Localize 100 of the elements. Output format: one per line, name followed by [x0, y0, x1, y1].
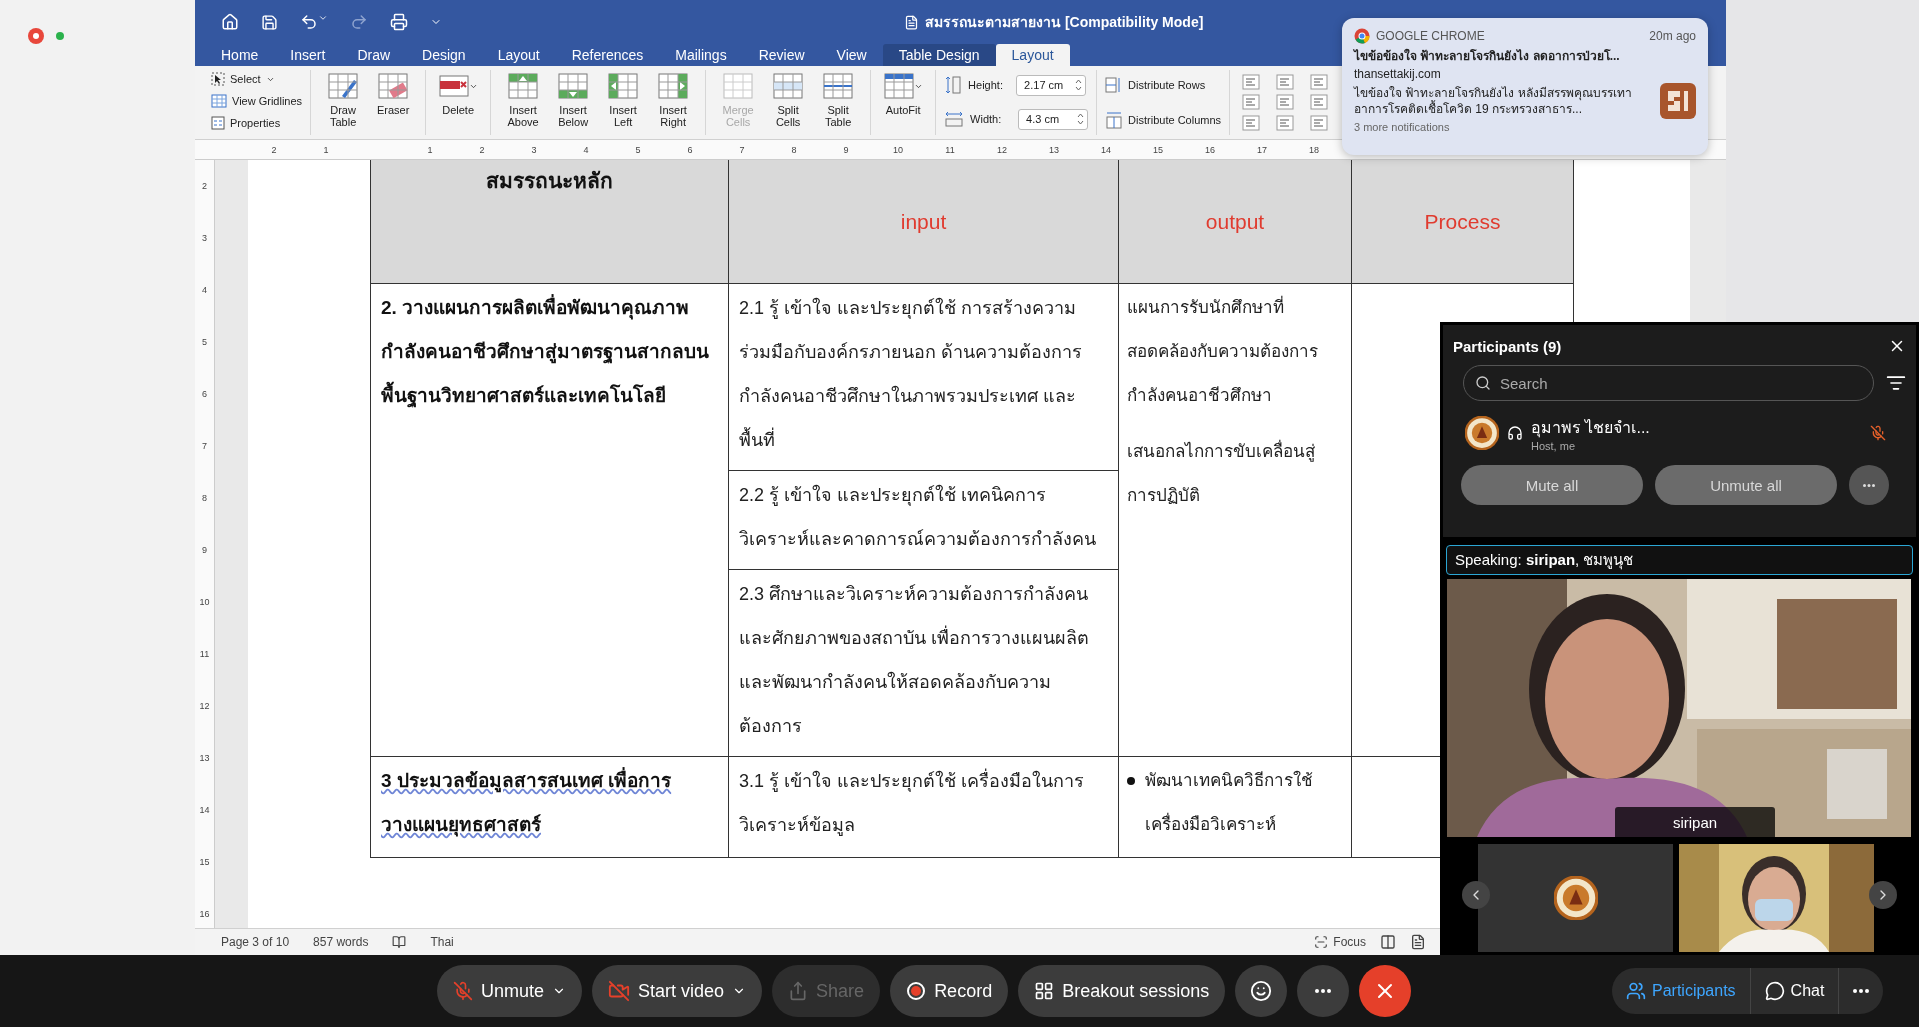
video-thumbnail[interactable]	[1478, 843, 1673, 952]
notification-source: thansettakij.com	[1354, 67, 1442, 81]
more-button[interactable]	[1849, 465, 1889, 505]
print-icon[interactable]	[390, 13, 408, 31]
panel-toggle[interactable]: Participants	[1612, 968, 1751, 1014]
participant-row[interactable]: อุมาพร ไชยจำเ... Host, me	[1453, 411, 1906, 455]
share-icon	[788, 981, 809, 1001]
participant-name: อุมาพร ไชยจำเ...	[1531, 417, 1651, 440]
size-field[interactable]: 2.17 cm	[1016, 74, 1087, 96]
ribbon-button[interactable]: Distribute Columns	[1105, 110, 1222, 129]
size-field[interactable]: 4.3 cm	[1018, 108, 1089, 130]
ribbon-tab[interactable]: Mailings	[659, 44, 743, 66]
text-align-icon[interactable]	[1276, 114, 1295, 131]
zoom-dot-icon[interactable]	[56, 32, 64, 40]
home-icon[interactable]	[221, 13, 239, 31]
ruler-number: 3	[530, 144, 538, 155]
ribbon-tab[interactable]: Layout	[481, 44, 556, 66]
more-notifications: 3 more notifications	[1354, 121, 1451, 133]
toolbar-button[interactable]: Record	[890, 965, 1009, 1017]
ruler-number: 10	[892, 144, 904, 155]
ribbon-button[interactable]: Delete	[436, 70, 481, 116]
toolbar-button[interactable]: Start video	[592, 965, 763, 1017]
notification-card[interactable]: GOOGLE CHROME 20m ago ไขข้อข้องใจ ฟ้าทะลายโจรกินยังไง ลดอาการป่วยโ... thansettakij.com ไขข้องใจ ฟ้าทะลายโจรกินยังไง หลังมีสรรพคุณบรรเทาอาการโรคติดเชื้อโควิด 19 กระทรวงสาธาร... 3 more notifications	[1342, 18, 1708, 155]
text-align-icon[interactable]	[1310, 114, 1329, 131]
text-align-icon[interactable]	[1276, 94, 1295, 111]
save-icon[interactable]	[261, 13, 278, 31]
table-cell-text: พัฒนาเทคนิควิธีการใช้เครื่องมือวิเคราะห์	[1145, 769, 1314, 836]
mute-button[interactable]: Mute all	[1461, 465, 1643, 505]
undo-icon[interactable]	[300, 13, 318, 31]
ribbon-tab[interactable]: Home	[205, 44, 275, 66]
ruler-number: 16	[1204, 144, 1216, 155]
table-grid-icon	[883, 72, 914, 100]
text-align-icon[interactable]	[1242, 94, 1261, 111]
caret-icon[interactable]	[318, 13, 328, 23]
ribbon-button[interactable]: Split Cells	[766, 70, 811, 128]
ruler-number: 1	[322, 144, 330, 155]
grid-icon	[1034, 981, 1055, 1001]
header-cell: input	[729, 160, 1119, 284]
proofing-icon[interactable]	[392, 935, 407, 949]
sort-icon[interactable]	[1886, 373, 1906, 393]
ribbon-tab[interactable]: Review	[742, 44, 821, 66]
web-layout-icon[interactable]	[1410, 934, 1426, 950]
ribbon-button[interactable]: View Gridlines	[211, 92, 303, 110]
spinner-icon[interactable]	[1075, 78, 1083, 92]
ribbon-button[interactable]: Insert Below	[551, 70, 596, 128]
insert-row-icon	[558, 72, 589, 100]
toolbar-button[interactable]	[1235, 965, 1288, 1017]
ribbon-tab[interactable]: Insert	[274, 44, 342, 66]
ruler-number: 7	[201, 440, 208, 453]
ruler-number: 12	[198, 700, 211, 713]
redo-icon[interactable]	[350, 13, 368, 31]
properties-icon	[211, 116, 225, 130]
ribbon-tab[interactable]: References	[555, 44, 660, 66]
ruler-number: 17	[1256, 144, 1268, 155]
ribbon-button[interactable]: Eraser	[371, 70, 416, 116]
ribbon-button[interactable]: Select	[211, 70, 303, 88]
ribbon-button[interactable]: Insert Right	[651, 70, 696, 128]
ribbon-tab[interactable]: Draw	[341, 44, 407, 66]
focus-button[interactable]: Focus	[1314, 935, 1366, 949]
text-align-icon[interactable]	[1276, 74, 1295, 90]
header-cell: Process	[1352, 160, 1574, 284]
ribbon-button[interactable]: Properties	[211, 114, 303, 132]
ruler-number: 4	[201, 284, 208, 297]
header-cell: output	[1119, 160, 1352, 284]
mute-button[interactable]: Unmute all	[1655, 465, 1837, 505]
panel-toggle[interactable]: Chat	[1750, 968, 1840, 1014]
ruler-number: 4	[582, 144, 590, 155]
language-label: Thai	[430, 935, 454, 949]
table-grid-icon	[723, 72, 754, 100]
app-name: GOOGLE CHROME	[1376, 29, 1485, 43]
toolbar-button[interactable]: Unmute	[437, 965, 583, 1017]
text-align-icon[interactable]	[1310, 74, 1329, 90]
text-align-icon[interactable]	[1242, 114, 1261, 131]
next-button[interactable]	[1869, 881, 1897, 909]
ribbon-tab[interactable]: Design	[406, 44, 482, 66]
search-field[interactable]: Search	[1463, 365, 1874, 401]
row-height-icon	[944, 75, 963, 95]
end-meeting-button[interactable]	[1359, 965, 1412, 1017]
ribbon-button[interactable]: Split Table	[816, 70, 861, 128]
ribbon-button[interactable]: Draw Table	[321, 70, 366, 128]
ribbon-tab[interactable]: View	[820, 44, 883, 66]
insert-row-icon	[508, 72, 539, 100]
ribbon-tab[interactable]: Layout	[995, 44, 1070, 66]
speaking-indicator: Speaking: siripan, ชมพูนุช	[1446, 545, 1913, 575]
table-cell: แผนการรับนักศึกษาที่สอดคล้องกับความต้องการกำลังคนอาชีวศึกษา	[1127, 286, 1343, 418]
ribbon-button[interactable]: Insert Above	[501, 70, 546, 128]
ribbon-button[interactable]: Distribute Rows	[1105, 76, 1222, 95]
text-align-icon[interactable]	[1242, 74, 1261, 90]
ribbon-button[interactable]: Insert Left	[601, 70, 646, 128]
ruler-number: 1	[426, 144, 434, 155]
previous-button[interactable]	[1462, 881, 1490, 909]
print-layout-icon[interactable]	[1380, 934, 1396, 950]
ribbon-button[interactable]: AutoFit	[881, 70, 926, 116]
toolbar-button[interactable]: Breakout sessions	[1018, 965, 1226, 1017]
ribbon-tab[interactable]: Table Design	[882, 44, 996, 66]
panel-title: Participants (9)	[1453, 337, 1562, 355]
spinner-icon[interactable]	[1077, 112, 1085, 126]
window-title: สมรรถนะตามสายงาน [Compatibility Mode]	[925, 13, 1204, 32]
smiley-icon	[1250, 980, 1273, 1002]
text-align-icon[interactable]	[1310, 94, 1329, 111]
